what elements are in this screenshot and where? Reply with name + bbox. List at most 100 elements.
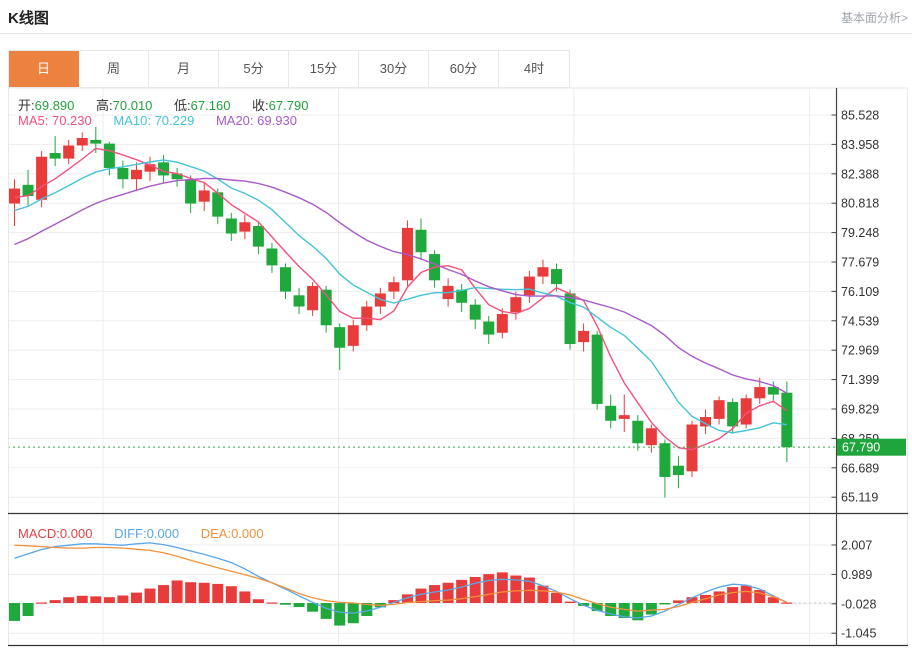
candle-up <box>754 387 765 398</box>
macd-axis-label: -0.028 <box>841 597 876 611</box>
macd-bar-up <box>483 574 494 603</box>
macd-bar-down <box>23 603 34 616</box>
macd-bar-up <box>131 593 142 603</box>
candle-up <box>307 286 318 310</box>
macd-bar-up <box>145 589 156 603</box>
macd-bar-down <box>280 603 291 605</box>
macd-axis-label: -1.045 <box>841 627 876 641</box>
period-tab-60min[interactable]: 60分 <box>429 51 499 87</box>
page-header: K线图 基本面分析> <box>0 0 912 33</box>
candle-down <box>727 402 738 426</box>
dea-value: 0.000 <box>231 526 264 541</box>
macd-bar-up <box>551 593 562 603</box>
price-axis-label: 83.958 <box>841 138 879 152</box>
macd-bar-up <box>185 582 196 603</box>
ma5-line <box>15 149 787 450</box>
candle-down <box>483 322 494 335</box>
candle-up <box>348 325 359 346</box>
ma-row: MA5: 70.230 MA10: 70.229 MA20: 69.930 <box>18 113 315 128</box>
price-axis-label: 69.829 <box>841 403 879 417</box>
ma20-label: MA20: <box>216 113 254 128</box>
price-axis-label: 85.528 <box>841 109 879 123</box>
macd-bar-up <box>172 580 183 603</box>
macd-bar-up <box>117 595 128 603</box>
macd-bar-up <box>226 586 237 603</box>
candle-up <box>239 222 250 231</box>
close-value: 67.790 <box>269 98 309 113</box>
candle-down <box>280 267 291 291</box>
macd-bar-down <box>321 603 332 619</box>
candle-down <box>605 406 616 421</box>
candle-down <box>592 335 603 404</box>
ohlc-row: 开:69.890 高:70.010 低:67.160 收:67.790 <box>18 95 326 114</box>
dea-line <box>15 545 787 611</box>
price-axis-label: 71.399 <box>841 373 879 387</box>
low-value: 67.160 <box>191 98 231 113</box>
ma20-line <box>15 178 787 393</box>
candle-down <box>551 269 562 284</box>
macd-bar-up <box>253 599 264 603</box>
price-axis-label: 80.818 <box>841 197 879 211</box>
macd-bar-up <box>537 586 548 603</box>
macd-bar-up <box>727 587 738 603</box>
macd-bar-down <box>9 603 20 621</box>
candle-down <box>781 393 792 447</box>
candle-down <box>416 230 427 252</box>
candle-down <box>294 295 305 306</box>
price-axis-label: 74.539 <box>841 314 879 328</box>
period-tab-15min[interactable]: 15分 <box>289 51 359 87</box>
open-value: 69.890 <box>35 98 75 113</box>
candle-down <box>659 443 670 477</box>
ma10-label: MA10: <box>113 113 151 128</box>
fundamental-analysis-link[interactable]: 基本面分析> <box>841 9 908 26</box>
macd-bar-up <box>50 600 61 603</box>
macd-bar-up <box>199 583 210 603</box>
price-axis-label: 66.689 <box>841 461 879 475</box>
period-tab-30min[interactable]: 30分 <box>359 51 429 87</box>
ma5-value: 70.230 <box>52 113 92 128</box>
period-tab-month[interactable]: 月 <box>149 51 219 87</box>
macd-axis-label: 0.989 <box>841 568 872 582</box>
kline-page: 85.52883.95882.38880.81879.24877.67976.1… <box>0 0 912 648</box>
candle-up <box>578 331 589 342</box>
candle-up <box>646 428 657 445</box>
macd-bar-up <box>104 597 115 603</box>
macd-value: 0.000 <box>60 526 93 541</box>
period-tab-5min[interactable]: 5分 <box>219 51 289 87</box>
high-value: 70.010 <box>113 98 153 113</box>
macd-bar-up <box>741 586 752 603</box>
candle-down <box>50 153 61 159</box>
candle-down <box>632 421 643 443</box>
candle-down <box>253 226 264 247</box>
macd-bar-down <box>294 603 305 607</box>
period-tab-4hour[interactable]: 4时 <box>499 51 569 87</box>
candle-up <box>131 170 142 179</box>
price-axis-label: 79.248 <box>841 226 879 240</box>
candle-down <box>117 168 128 179</box>
candle-up <box>510 297 521 312</box>
period-tab-day[interactable]: 日 <box>9 51 79 87</box>
candle-up <box>36 157 47 200</box>
macd-axis-label: 2.007 <box>841 539 872 553</box>
macd-bar-up <box>212 584 223 603</box>
macd-bar-up <box>565 602 576 603</box>
macd-bar-up <box>239 591 250 603</box>
candle-up <box>524 277 535 296</box>
close-label: 收: <box>252 98 269 113</box>
macd-bar-up <box>63 597 74 603</box>
macd-bar-up <box>470 577 481 603</box>
candle-up <box>497 314 508 333</box>
high-label: 高: <box>96 98 113 113</box>
open-label: 开: <box>18 98 35 113</box>
macd-bar-down <box>646 603 657 615</box>
macd-bar-up <box>497 572 508 603</box>
candle-down <box>90 140 101 144</box>
macd-bar-up <box>714 591 725 603</box>
low-label: 低: <box>174 98 191 113</box>
macd-bar-flat <box>781 603 792 604</box>
diff-value: 0.000 <box>147 526 180 541</box>
candle-up <box>714 400 725 419</box>
period-tab-week[interactable]: 周 <box>79 51 149 87</box>
price-axis-label: 65.119 <box>841 491 878 505</box>
macd-bar-up <box>77 596 88 603</box>
